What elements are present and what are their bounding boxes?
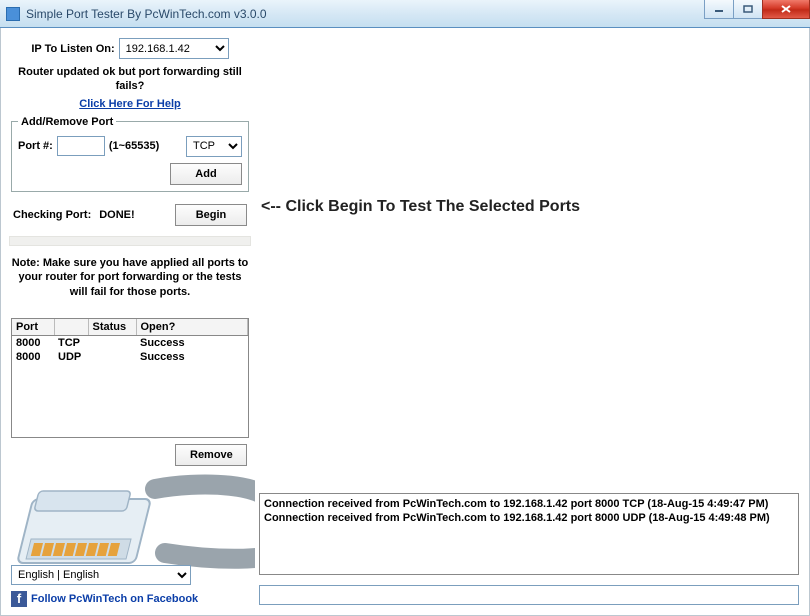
port-range: (1~65535) (109, 140, 159, 152)
col-port[interactable]: Port (12, 319, 54, 336)
log-textarea[interactable]: Connection received from PcWinTech.com t… (259, 493, 799, 575)
progress-bar (9, 236, 251, 246)
titlebar[interactable]: Simple Port Tester By PcWinTech.com v3.0… (0, 0, 810, 28)
router-message: Router updated ok but port forwarding st… (7, 63, 253, 96)
checking-status: DONE! (99, 209, 167, 221)
ip-label: IP To Listen On: (31, 43, 114, 55)
table-row[interactable]: 8000 TCP Success (12, 336, 248, 351)
port-input[interactable] (57, 136, 105, 156)
window-title: Simple Port Tester By PcWinTech.com v3.0… (26, 7, 267, 21)
col-open[interactable]: Open? (136, 319, 248, 336)
language-select[interactable]: English | English (11, 565, 191, 585)
begin-button[interactable]: Begin (175, 204, 247, 226)
add-button[interactable]: Add (170, 163, 242, 185)
log-line: Connection received from PcWinTech.com t… (264, 497, 794, 511)
results-table[interactable]: Port Status Open? 8000 TCP Success 8000 … (11, 318, 249, 438)
facebook-icon: f (11, 591, 27, 607)
ip-select[interactable]: 192.168.1.42 (119, 38, 229, 59)
table-row[interactable]: 8000 UDP Success (12, 350, 248, 364)
protocol-select[interactable]: TCP (186, 136, 242, 157)
close-button[interactable] (762, 0, 810, 19)
window-buttons (705, 0, 810, 19)
add-remove-legend: Add/Remove Port (18, 116, 116, 128)
facebook-link[interactable]: Follow PcWinTech on Facebook (31, 593, 198, 605)
app-icon (6, 7, 20, 21)
minimize-button[interactable] (704, 0, 734, 19)
port-label: Port #: (18, 140, 53, 152)
note-text: Note: Make sure you have applied all por… (7, 256, 253, 301)
close-icon (780, 4, 792, 14)
log-line: Connection received from PcWinTech.com t… (264, 511, 794, 525)
instruction-text: <-- Click Begin To Test The Selected Por… (261, 198, 580, 216)
maximize-icon (743, 5, 753, 13)
command-input[interactable] (259, 585, 799, 605)
maximize-button[interactable] (733, 0, 763, 19)
minimize-icon (714, 5, 724, 13)
checking-label: Checking Port: (13, 209, 91, 221)
rj45-image (15, 461, 255, 571)
add-remove-fieldset: Add/Remove Port Port #: (1~65535) TCP Ad… (11, 116, 249, 192)
help-link[interactable]: Click Here For Help (7, 98, 253, 110)
col-proto[interactable] (54, 319, 88, 336)
col-status[interactable]: Status (88, 319, 136, 336)
